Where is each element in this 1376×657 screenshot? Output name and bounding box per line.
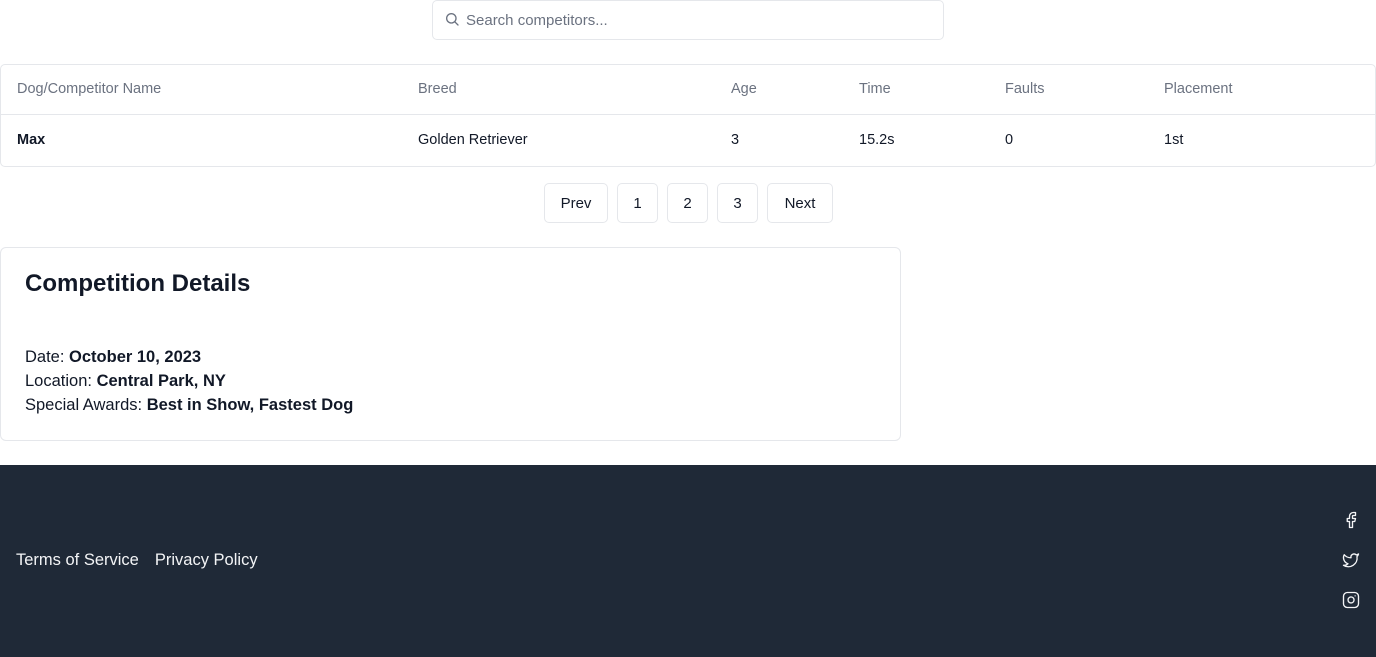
details-location-row: Location: Central Park, NY xyxy=(25,369,353,393)
pagination: Prev 1 2 3 Next xyxy=(544,183,833,223)
cell-time: 15.2s xyxy=(859,132,895,149)
column-header-time[interactable]: Time xyxy=(843,65,989,115)
competitors-table: Dog/Competitor Name Breed Age Time Fault… xyxy=(0,64,1376,167)
competition-details-title: Competition Details xyxy=(25,270,251,297)
cell-faults: 0 xyxy=(1005,132,1014,149)
terms-of-service-link[interactable]: Terms of Service xyxy=(16,551,139,570)
details-date-row: Date: October 10, 2023 xyxy=(25,345,353,369)
page-3-button[interactable]: 3 xyxy=(717,183,758,223)
column-header-placement[interactable]: Placement xyxy=(1148,65,1375,115)
column-header-breed[interactable]: Breed xyxy=(402,65,715,115)
cell-name: Max xyxy=(17,132,46,149)
location-label: Location: xyxy=(25,372,92,390)
location-value: Central Park, NY xyxy=(96,372,226,390)
social-links xyxy=(1342,511,1360,609)
footer: Terms of Service Privacy Policy xyxy=(0,465,1376,657)
facebook-icon[interactable] xyxy=(1342,511,1360,529)
instagram-icon[interactable] xyxy=(1342,591,1360,609)
column-header-age[interactable]: Age xyxy=(715,65,843,115)
date-value: October 10, 2023 xyxy=(69,348,202,366)
column-header-faults[interactable]: Faults xyxy=(989,65,1148,115)
awards-label: Special Awards: xyxy=(25,396,143,414)
details-awards-row: Special Awards: Best in Show, Fastest Do… xyxy=(25,393,353,417)
search-input[interactable] xyxy=(433,1,943,39)
cell-breed: Golden Retriever xyxy=(418,132,528,149)
search-icon xyxy=(444,11,460,27)
twitter-icon[interactable] xyxy=(1342,551,1360,569)
prev-page-button[interactable]: Prev xyxy=(544,183,608,223)
date-label: Date: xyxy=(25,348,65,366)
awards-value: Best in Show, Fastest Dog xyxy=(146,396,354,414)
cell-age: 3 xyxy=(731,132,740,149)
page-1-button[interactable]: 1 xyxy=(617,183,658,223)
next-page-button[interactable]: Next xyxy=(767,183,833,223)
page-2-button[interactable]: 2 xyxy=(667,183,708,223)
cell-placement: 1st xyxy=(1164,132,1184,149)
table-row[interactable]: Max Golden Retriever 3 15.2s 0 1st xyxy=(1,114,1375,166)
competition-details-card: Competition Details Date: October 10, 20… xyxy=(0,247,901,441)
footer-links: Terms of Service Privacy Policy xyxy=(16,551,258,570)
column-header-name[interactable]: Dog/Competitor Name xyxy=(1,65,402,115)
search-box[interactable] xyxy=(432,0,944,40)
privacy-policy-link[interactable]: Privacy Policy xyxy=(155,551,258,570)
table-header-row: Dog/Competitor Name Breed Age Time Fault… xyxy=(1,65,1375,115)
